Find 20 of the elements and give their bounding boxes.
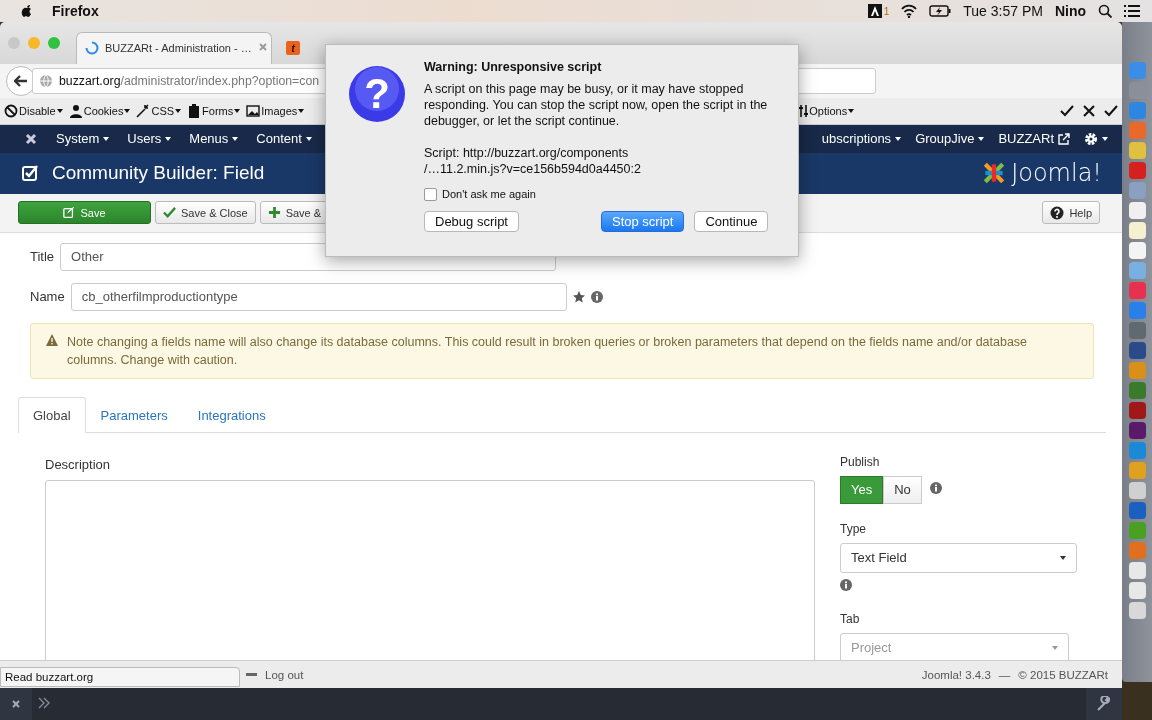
- copyright-text: © 2015 BUZZARt: [1018, 668, 1108, 681]
- question-icon: ?: [348, 65, 406, 123]
- version-text: Joomla! 3.4.3: [921, 668, 991, 681]
- script-path: Script: http://buzzart.org/components: [424, 145, 630, 161]
- dialog-title: Warning: Unresponsive script: [424, 59, 603, 75]
- field-label: Publish: [840, 454, 881, 469]
- field-label: Name: [30, 289, 65, 305]
- field-label: Title: [30, 249, 55, 265]
- field-label: Description: [45, 456, 111, 472]
- field-label: Type: [840, 521, 867, 536]
- checkbox-label: Don't ask me again: [442, 187, 536, 202]
- logo-text: Joomla!: [1011, 159, 1102, 188]
- notification-count: 1: [883, 5, 890, 17]
- separator-text: —: [998, 668, 1011, 681]
- dialog-message: A script on this page may be busy, or it may have stopped responding. You can stop the script now, open the script in the debugger, or let the script continue.: [424, 81, 769, 129]
- field-label: Tab: [840, 611, 861, 626]
- script-path: /…11.2.min.js?v=ce156b594d0a4450:2: [424, 161, 642, 177]
- page-title: Community Builder: Field: [52, 162, 265, 185]
- status-popup: Read buzzart.org: [0, 667, 240, 688]
- warning-message: Note changing a fields name will also change its database columns. This could result in broken queries or broken parameters that depend on the fields name and/or database columns. Change with caution.: [67, 333, 1029, 369]
